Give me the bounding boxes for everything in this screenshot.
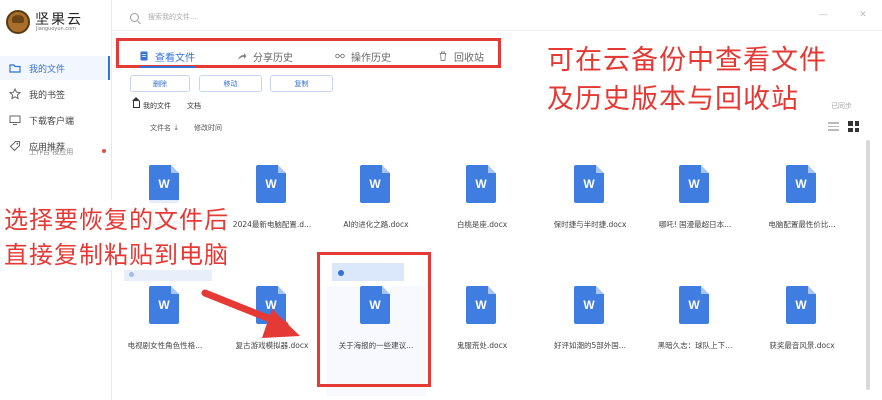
annotation-arrow-icon	[201, 289, 300, 338]
app-window: 坚果云 jianguoyun.com 我的文件 我的书签 下载客户端 应用推荐 …	[0, 0, 882, 400]
